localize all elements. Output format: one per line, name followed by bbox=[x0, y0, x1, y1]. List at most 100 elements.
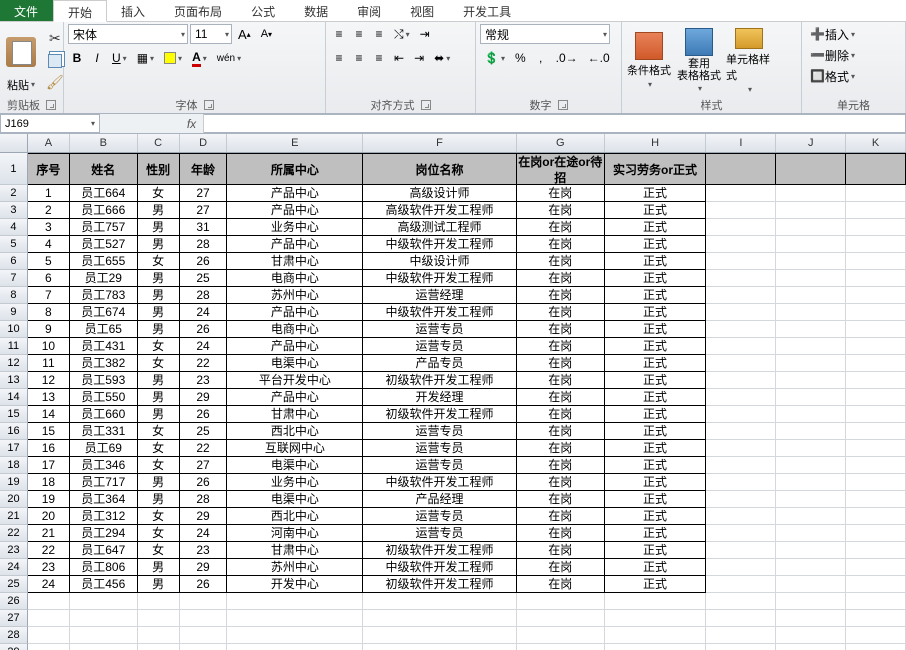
cell[interactable]: 19 bbox=[28, 491, 70, 508]
cell[interactable]: 在岗 bbox=[517, 287, 605, 304]
cell[interactable]: 员工757 bbox=[70, 219, 138, 236]
cell[interactable]: 在岗 bbox=[517, 406, 605, 423]
cell[interactable]: 26 bbox=[180, 576, 228, 593]
cell[interactable]: 运营专员 bbox=[363, 321, 517, 338]
cell[interactable]: 岗位名称 bbox=[363, 153, 517, 185]
cell[interactable]: 业务中心 bbox=[227, 474, 363, 491]
cell[interactable] bbox=[846, 202, 906, 219]
cell[interactable]: 电商中心 bbox=[227, 321, 363, 338]
cell[interactable] bbox=[706, 372, 776, 389]
col-header-K[interactable]: K bbox=[846, 134, 906, 152]
cell[interactable]: 中级软件开发工程师 bbox=[363, 236, 517, 253]
cell[interactable]: 男 bbox=[138, 559, 180, 576]
cell[interactable]: 运营专员 bbox=[363, 525, 517, 542]
inc-decimal-button[interactable]: .0→ bbox=[552, 48, 582, 68]
cell[interactable] bbox=[776, 508, 846, 525]
cell[interactable]: 产品中心 bbox=[227, 304, 363, 321]
col-header-H[interactable]: H bbox=[605, 134, 707, 152]
cell[interactable]: 正式 bbox=[605, 202, 707, 219]
cell[interactable] bbox=[706, 270, 776, 287]
cell[interactable]: 在岗 bbox=[517, 508, 605, 525]
cell[interactable]: 开发经理 bbox=[363, 389, 517, 406]
cell[interactable]: 产品专员 bbox=[363, 355, 517, 372]
cell[interactable]: 男 bbox=[138, 389, 180, 406]
cell[interactable] bbox=[846, 406, 906, 423]
cell[interactable]: 女 bbox=[138, 253, 180, 270]
cell[interactable]: 在岗 bbox=[517, 202, 605, 219]
cell[interactable]: 运营专员 bbox=[363, 423, 517, 440]
cell[interactable] bbox=[846, 338, 906, 355]
cell[interactable] bbox=[846, 440, 906, 457]
cell[interactable]: 西北中心 bbox=[227, 508, 363, 525]
cell[interactable]: 正式 bbox=[605, 406, 707, 423]
cell[interactable]: 29 bbox=[180, 389, 228, 406]
cell[interactable] bbox=[70, 610, 138, 627]
fill-color-button[interactable]: ▾ bbox=[160, 48, 186, 68]
cell[interactable] bbox=[227, 593, 363, 610]
clipboard-launcher[interactable] bbox=[46, 100, 56, 110]
cell[interactable] bbox=[28, 644, 70, 650]
bold-button[interactable]: B bbox=[68, 48, 86, 68]
cell[interactable]: 西北中心 bbox=[227, 423, 363, 440]
insert-cells-button[interactable]: ➕ 插入▾ bbox=[806, 24, 874, 44]
cell[interactable]: 苏州中心 bbox=[227, 559, 363, 576]
cell[interactable]: 员工593 bbox=[70, 372, 138, 389]
cell[interactable]: 实习劳务or正式 bbox=[605, 153, 707, 185]
cell[interactable]: 在岗 bbox=[517, 440, 605, 457]
tab-home[interactable]: 开始 bbox=[53, 0, 107, 22]
cell[interactable] bbox=[776, 389, 846, 406]
cell[interactable]: 4 bbox=[28, 236, 70, 253]
cell[interactable] bbox=[776, 576, 846, 593]
cell[interactable]: 河南中心 bbox=[227, 525, 363, 542]
cell[interactable]: 15 bbox=[28, 423, 70, 440]
cell[interactable] bbox=[517, 627, 605, 644]
cell[interactable] bbox=[846, 219, 906, 236]
cell[interactable]: 男 bbox=[138, 474, 180, 491]
align-left-button[interactable]: ≡ bbox=[330, 48, 348, 68]
cell[interactable]: 正式 bbox=[605, 355, 707, 372]
row-header[interactable]: 10 bbox=[0, 321, 28, 338]
cell[interactable] bbox=[776, 304, 846, 321]
cell[interactable]: 正式 bbox=[605, 389, 707, 406]
font-color-button[interactable]: A▾ bbox=[188, 48, 211, 68]
cell[interactable] bbox=[846, 610, 906, 627]
row-header[interactable]: 29 bbox=[0, 644, 28, 650]
row-header[interactable]: 13 bbox=[0, 372, 28, 389]
row-header[interactable]: 6 bbox=[0, 253, 28, 270]
cell[interactable] bbox=[70, 593, 138, 610]
cell[interactable]: 员工783 bbox=[70, 287, 138, 304]
cell[interactable]: 24 bbox=[180, 338, 228, 355]
cell[interactable]: 女 bbox=[138, 542, 180, 559]
wrap-text-button[interactable]: ⇥ bbox=[416, 24, 434, 44]
cell[interactable]: 29 bbox=[180, 559, 228, 576]
cell[interactable]: 25 bbox=[180, 423, 228, 440]
cell[interactable]: 正式 bbox=[605, 423, 707, 440]
cell[interactable]: 员工647 bbox=[70, 542, 138, 559]
tab-view[interactable]: 视图 bbox=[396, 0, 449, 21]
cell[interactable]: 运营专员 bbox=[363, 338, 517, 355]
cell[interactable] bbox=[706, 559, 776, 576]
cell[interactable] bbox=[846, 593, 906, 610]
cell[interactable]: 在岗 bbox=[517, 559, 605, 576]
cell[interactable]: 产品中心 bbox=[227, 236, 363, 253]
cell[interactable]: 在岗 bbox=[517, 338, 605, 355]
cell[interactable]: 员工664 bbox=[70, 185, 138, 202]
paste-label[interactable]: 粘贴▾ bbox=[7, 77, 35, 93]
cell[interactable]: 男 bbox=[138, 372, 180, 389]
cell[interactable]: 在岗 bbox=[517, 457, 605, 474]
cell[interactable]: 28 bbox=[180, 287, 228, 304]
cell[interactable] bbox=[227, 644, 363, 650]
cell[interactable] bbox=[776, 287, 846, 304]
cell[interactable] bbox=[706, 153, 776, 185]
cell[interactable] bbox=[776, 338, 846, 355]
cell[interactable] bbox=[776, 440, 846, 457]
cell[interactable]: 1 bbox=[28, 185, 70, 202]
cell[interactable]: 男 bbox=[138, 321, 180, 338]
cell[interactable] bbox=[776, 153, 846, 185]
cell[interactable]: 甘肃中心 bbox=[227, 542, 363, 559]
cell[interactable]: 员工294 bbox=[70, 525, 138, 542]
indent-dec-button[interactable]: ⇤ bbox=[390, 48, 408, 68]
row-header[interactable]: 3 bbox=[0, 202, 28, 219]
row-header[interactable]: 17 bbox=[0, 440, 28, 457]
cell[interactable] bbox=[846, 287, 906, 304]
